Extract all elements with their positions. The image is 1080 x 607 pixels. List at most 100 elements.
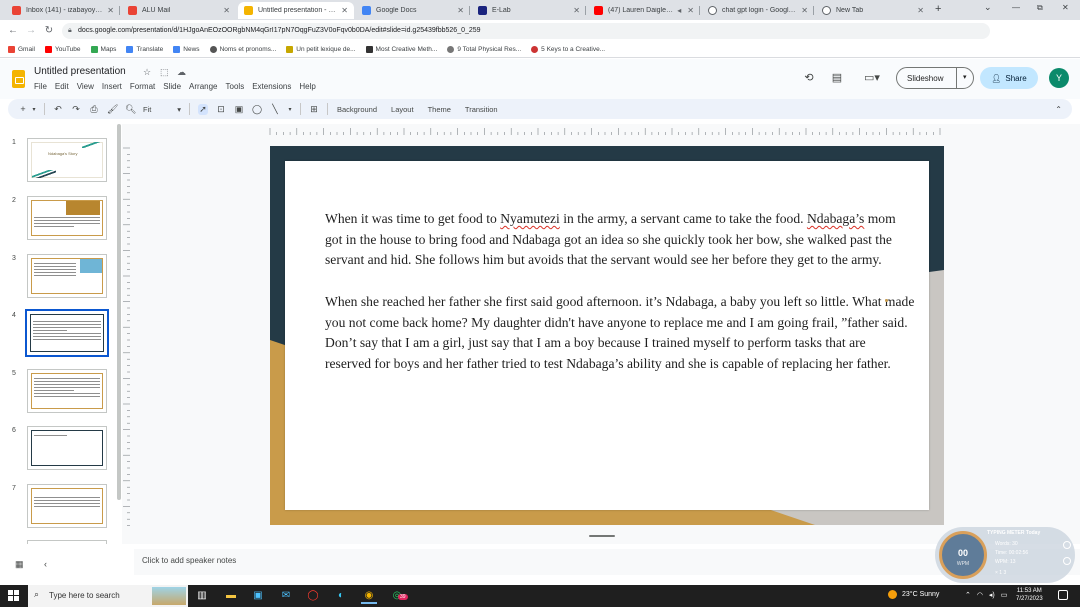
slide-thumbnail[interactable] <box>27 254 107 298</box>
menu-file[interactable]: File <box>34 82 47 91</box>
text-box-icon[interactable]: ⊡ <box>216 104 226 115</box>
bookmark-translate[interactable]: Translate <box>126 46 163 53</box>
close-tab-icon[interactable]: ✕ <box>341 6 348 15</box>
url-bar[interactable]: 🔒︎ docs.google.com/presentation/d/1HJgoA… <box>62 23 990 39</box>
bookmark-news[interactable]: News <box>173 46 200 53</box>
menu-insert[interactable]: Insert <box>102 82 122 91</box>
menu-extensions[interactable]: Extensions <box>252 82 291 91</box>
print-icon[interactable]: ⎙ <box>89 104 99 115</box>
filmstrip-scrollbar[interactable] <box>117 124 121 500</box>
windows-start-icon[interactable] <box>8 590 20 602</box>
slide-thumbnail[interactable] <box>27 484 107 528</box>
reload-icon[interactable]: ↻ <box>42 24 56 38</box>
volume-icon[interactable]: ◂) <box>989 592 995 599</box>
close-window-button[interactable]: ✕ <box>1062 3 1069 12</box>
wifi-icon[interactable]: ◠ <box>977 592 983 599</box>
comments-icon[interactable]: ▤ <box>829 71 845 84</box>
document-title[interactable]: Untitled presentation <box>34 66 126 77</box>
slide-thumbnail[interactable] <box>27 369 107 413</box>
forward-arrow-icon[interactable]: → <box>24 24 38 38</box>
menu-help[interactable]: Help <box>299 82 315 91</box>
background-button[interactable]: Background <box>337 105 377 114</box>
browser-tab-presentation[interactable]: Untitled presentation - G... ✕ <box>238 2 354 19</box>
close-tab-icon[interactable]: ✕ <box>687 6 694 15</box>
browser-tab-youtube[interactable]: (47) Lauren Daigle - Yo ◂ ✕ <box>588 2 700 19</box>
slide-thumbnail[interactable] <box>27 426 107 470</box>
bookmark-maps[interactable]: Maps <box>90 46 116 53</box>
browser-tab-new-tab[interactable]: New Tab ✕ <box>816 2 930 19</box>
bookmark-noms[interactable]: Noms et pronoms... <box>209 46 276 53</box>
restore-button[interactable]: ⧉ <box>1037 3 1043 13</box>
system-tray[interactable]: ⌃ ◠ ◂) ▭ <box>965 591 1007 599</box>
bookmark-creative-keys[interactable]: 5 Keys to a Creative... <box>531 46 605 53</box>
transition-button[interactable]: Transition <box>465 105 498 114</box>
zoom-select[interactable]: Fit ▾ <box>143 105 181 114</box>
slideshow-button[interactable]: Slideshow ▾ <box>896 67 974 89</box>
menu-format[interactable]: Format <box>130 82 155 91</box>
add-comment-icon[interactable]: ⊞ <box>309 104 319 115</box>
slide-text-box[interactable]: When it was time to get food to Nyamutez… <box>325 209 915 395</box>
browser-tab-alu-mail[interactable]: ALU Mail ✕ <box>122 2 236 19</box>
speaker-notes-placeholder[interactable]: Click to add speaker notes <box>142 556 236 565</box>
chevron-up-icon[interactable]: ⌃ <box>1055 105 1062 114</box>
mute-tab-icon[interactable]: ◂ <box>677 6 681 15</box>
notes-resize-handle[interactable] <box>589 535 615 537</box>
chrome-icon[interactable]: ◉ <box>361 588 377 604</box>
meter-pause-button[interactable] <box>1063 541 1071 549</box>
chevron-left-icon[interactable]: ‹ <box>44 559 47 569</box>
chevron-up-icon[interactable]: ⌃ <box>965 592 971 599</box>
line-icon[interactable]: ╲ <box>270 104 280 115</box>
zoom-icon[interactable]: 🔍︎ <box>125 104 136 115</box>
layout-button[interactable]: Layout <box>391 105 414 114</box>
slide-canvas[interactable]: When it was time to get food to Nyamutez… <box>270 146 944 525</box>
image-icon[interactable]: ▣ <box>234 104 244 115</box>
weather-widget[interactable]: 23°C Sunny <box>888 590 939 599</box>
close-tab-icon[interactable]: ✕ <box>801 6 808 15</box>
slide-thumbnail[interactable] <box>27 196 107 240</box>
grid-view-icon[interactable]: ▦ <box>15 559 24 570</box>
theme-button[interactable]: Theme <box>428 105 451 114</box>
slide-thumbnail[interactable] <box>27 540 107 544</box>
menu-slide[interactable]: Slide <box>163 82 181 91</box>
close-tab-icon[interactable]: ✕ <box>573 6 580 15</box>
paint-format-icon[interactable]: 🖌︎ <box>107 104 118 115</box>
bookmark-tpr[interactable]: 9 Total Physical Res... <box>447 46 521 53</box>
bookmark-youtube[interactable]: YouTube <box>44 46 81 53</box>
menu-edit[interactable]: Edit <box>55 82 69 91</box>
move-folder-icon[interactable]: ⬚ <box>160 67 169 78</box>
opera-icon[interactable]: ◯ <box>305 588 321 604</box>
menu-view[interactable]: View <box>77 82 94 91</box>
browser-tab-google-search[interactable]: chat gpt login - Google Se... ✕ <box>702 2 814 19</box>
redo-icon[interactable]: ↷ <box>71 104 81 115</box>
taskbar-search-box[interactable]: ⌕ Type here to search <box>28 585 188 607</box>
shape-icon[interactable]: ◯ <box>252 104 262 115</box>
mail-icon[interactable]: ✉ <box>278 588 294 604</box>
share-button[interactable]: 👤︎ Share <box>980 67 1038 89</box>
close-tab-icon[interactable]: ✕ <box>457 6 464 15</box>
bookmark-gmail[interactable]: Gmail <box>8 46 35 53</box>
close-tab-icon[interactable]: ✕ <box>107 6 114 15</box>
new-tab-button[interactable]: + <box>935 3 941 15</box>
version-history-icon[interactable]: ⟲ <box>801 71 817 84</box>
bookmark-lexique[interactable]: Un petit lexique de... <box>286 46 356 53</box>
typing-meter-widget[interactable]: 00 WPM TYPING METER Today Words: 30 Time… <box>935 527 1075 583</box>
cloud-saved-icon[interactable]: ☁ <box>177 67 186 78</box>
account-avatar[interactable]: Y <box>1049 68 1069 88</box>
task-view-icon[interactable]: ▥ <box>194 588 210 604</box>
back-arrow-icon[interactable]: ← <box>6 24 20 38</box>
menu-tools[interactable]: Tools <box>226 82 245 91</box>
file-explorer-icon[interactable]: ▬ <box>223 588 239 604</box>
undo-icon[interactable]: ↶ <box>53 104 63 115</box>
taskbar-clock[interactable]: 11:53 AM 7/27/2023 <box>1016 587 1043 603</box>
star-icon[interactable]: ☆ <box>143 67 151 78</box>
bookmark-creative-methods[interactable]: Most Creative Meth... <box>365 46 437 53</box>
meter-settings-button[interactable] <box>1063 557 1071 565</box>
menu-arrange[interactable]: Arrange <box>189 82 217 91</box>
slide-thumbnail-selected[interactable] <box>25 309 109 357</box>
store-icon[interactable]: ▣ <box>250 588 266 604</box>
chevron-down-icon[interactable]: ⌄ <box>984 2 992 13</box>
slides-logo-icon[interactable] <box>12 70 25 88</box>
chevron-down-icon[interactable]: ▾ <box>955 68 974 88</box>
battery-icon[interactable]: ▭ <box>1001 592 1008 599</box>
close-tab-icon[interactable]: ✕ <box>223 6 230 15</box>
